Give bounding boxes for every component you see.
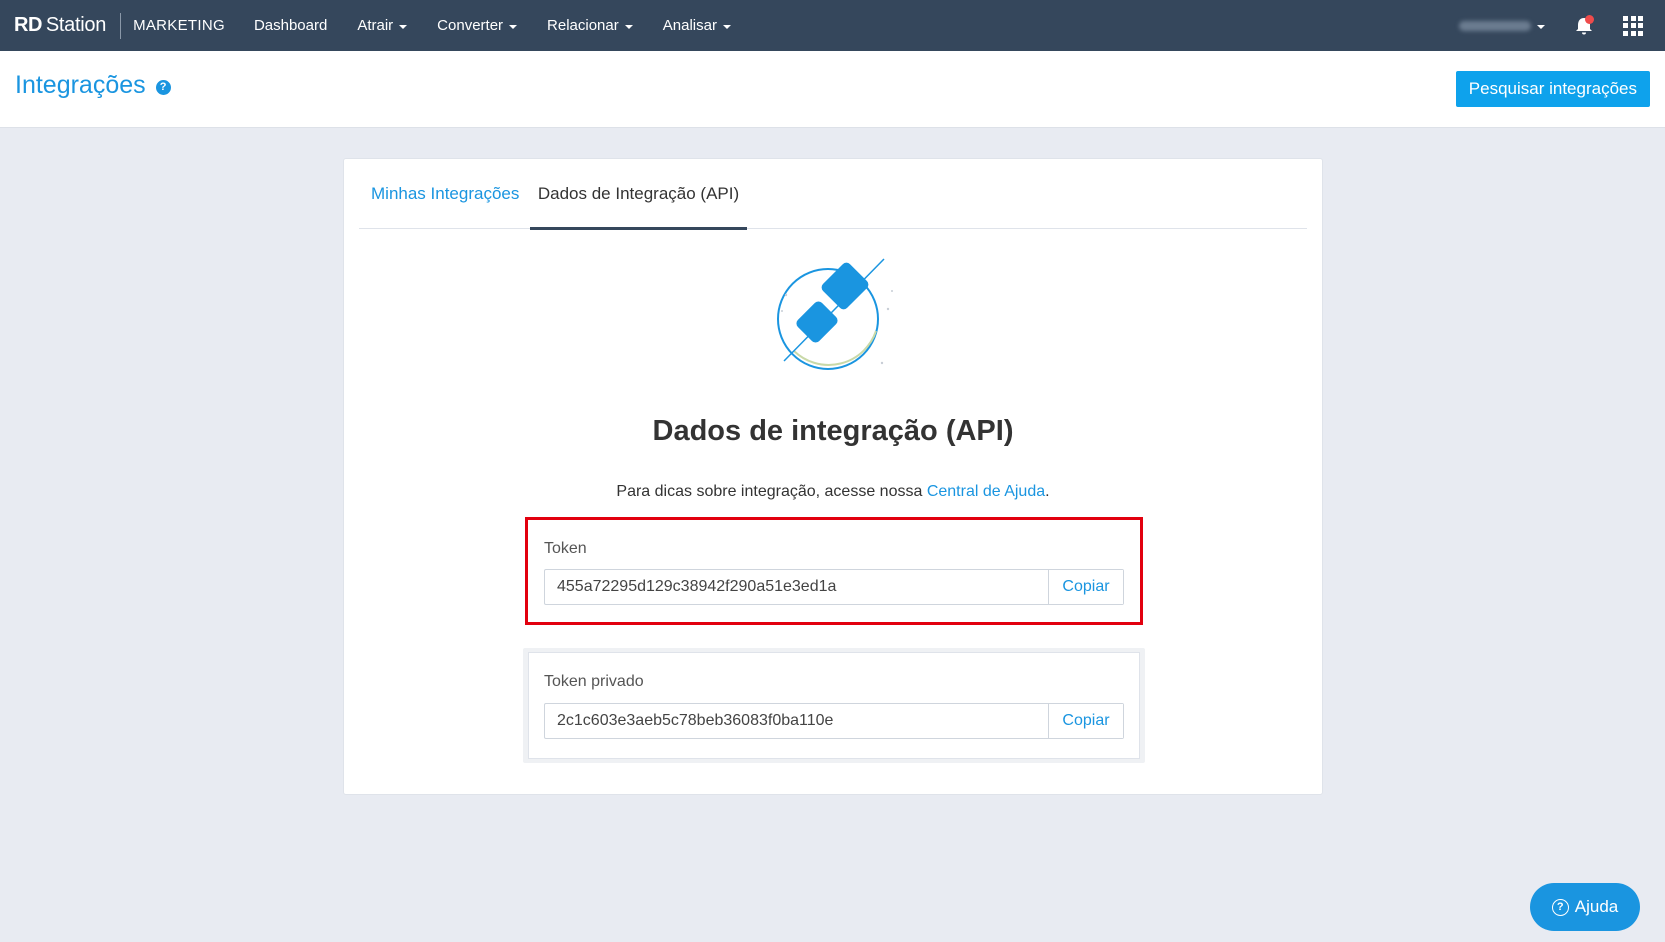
token-input-group: Copiar	[544, 569, 1124, 605]
nav-item-label: Converter	[437, 17, 504, 34]
nav-item-label: Analisar	[662, 17, 717, 34]
nav-item-relacionar[interactable]: Relacionar	[532, 17, 648, 34]
user-menu[interactable]	[1459, 20, 1545, 31]
tab-label: Dados de Integração (API)	[537, 184, 740, 203]
caret-down-icon	[1537, 24, 1545, 29]
token-label: Token	[544, 540, 587, 557]
plug-connection-icon	[777, 258, 893, 370]
nav-item-label: Dashboard	[253, 17, 328, 34]
search-integrations-button[interactable]: Pesquisar integrações	[1455, 71, 1650, 107]
nav-item-label: Atrair	[357, 17, 394, 34]
nav-item-converter[interactable]: Converter	[422, 17, 532, 34]
help-center-link[interactable]: Central de Ajuda	[927, 483, 1045, 500]
caret-down-icon	[624, 24, 633, 29]
copy-token-button[interactable]: Copiar	[1048, 570, 1123, 604]
active-tab-indicator	[530, 227, 747, 230]
page-title-text: Integrações	[15, 71, 146, 99]
logo-rd-text: RD	[14, 14, 42, 36]
nav-item-atrair[interactable]: Atrair	[342, 17, 422, 34]
tab-dados-integracao-api[interactable]: Dados de Integração (API)	[530, 159, 747, 230]
caret-down-icon	[399, 24, 408, 29]
rd-station-logo[interactable]: RD Station MARKETING	[0, 0, 225, 51]
help-circle-icon: ?	[1551, 898, 1569, 916]
notifications-bell-icon[interactable]	[1573, 14, 1595, 37]
desc-suffix: .	[1045, 483, 1050, 500]
top-navbar: RD Station MARKETING Dashboard Atrair Co…	[0, 0, 1665, 51]
main-menu: Dashboard Atrair Converter Relacionar An…	[239, 0, 746, 51]
apps-grid-icon[interactable]	[1623, 15, 1643, 36]
nav-item-analisar[interactable]: Analisar	[648, 17, 746, 34]
help-button-label: Ajuda	[1574, 897, 1619, 916]
caret-down-icon	[509, 24, 518, 29]
nav-right-area	[1459, 0, 1665, 51]
page-header: Integrações ? Pesquisar integrações	[0, 51, 1665, 128]
token-section: Token Copiar	[525, 517, 1143, 625]
page-title: Integrações ?	[15, 71, 171, 100]
integration-card: Minhas Integrações Dados de Integração (…	[343, 158, 1323, 795]
caret-down-icon	[722, 24, 731, 29]
tabs-bar: Minhas Integrações Dados de Integração (…	[359, 159, 1307, 230]
desc-prefix: Para dicas sobre integração, acesse noss…	[616, 483, 927, 500]
logo-product-text: MARKETING	[133, 17, 225, 34]
nav-item-dashboard[interactable]: Dashboard	[239, 17, 342, 34]
private-token-section: Token privado Copiar	[523, 648, 1145, 763]
token-field[interactable]	[545, 570, 1048, 604]
help-button[interactable]: ? Ajuda	[1530, 883, 1640, 931]
private-token-label: Token privado	[544, 673, 644, 690]
copy-private-token-button[interactable]: Copiar	[1048, 704, 1123, 738]
private-token-input-group: Copiar	[544, 703, 1124, 739]
user-name-redacted	[1459, 20, 1531, 31]
private-token-box: Token privado Copiar	[528, 652, 1140, 759]
help-question-icon[interactable]: ?	[155, 79, 171, 95]
logo-station-text: Station	[45, 14, 107, 36]
tab-minhas-integracoes[interactable]: Minhas Integrações	[371, 159, 519, 229]
notification-dot	[1585, 14, 1594, 24]
private-token-field[interactable]	[545, 704, 1048, 738]
section-title: Dados de integração (API)	[652, 415, 1014, 447]
nav-item-label: Relacionar	[547, 17, 619, 34]
logo-divider	[120, 12, 122, 39]
help-description: Para dicas sobre integração, acesse noss…	[344, 483, 1322, 501]
